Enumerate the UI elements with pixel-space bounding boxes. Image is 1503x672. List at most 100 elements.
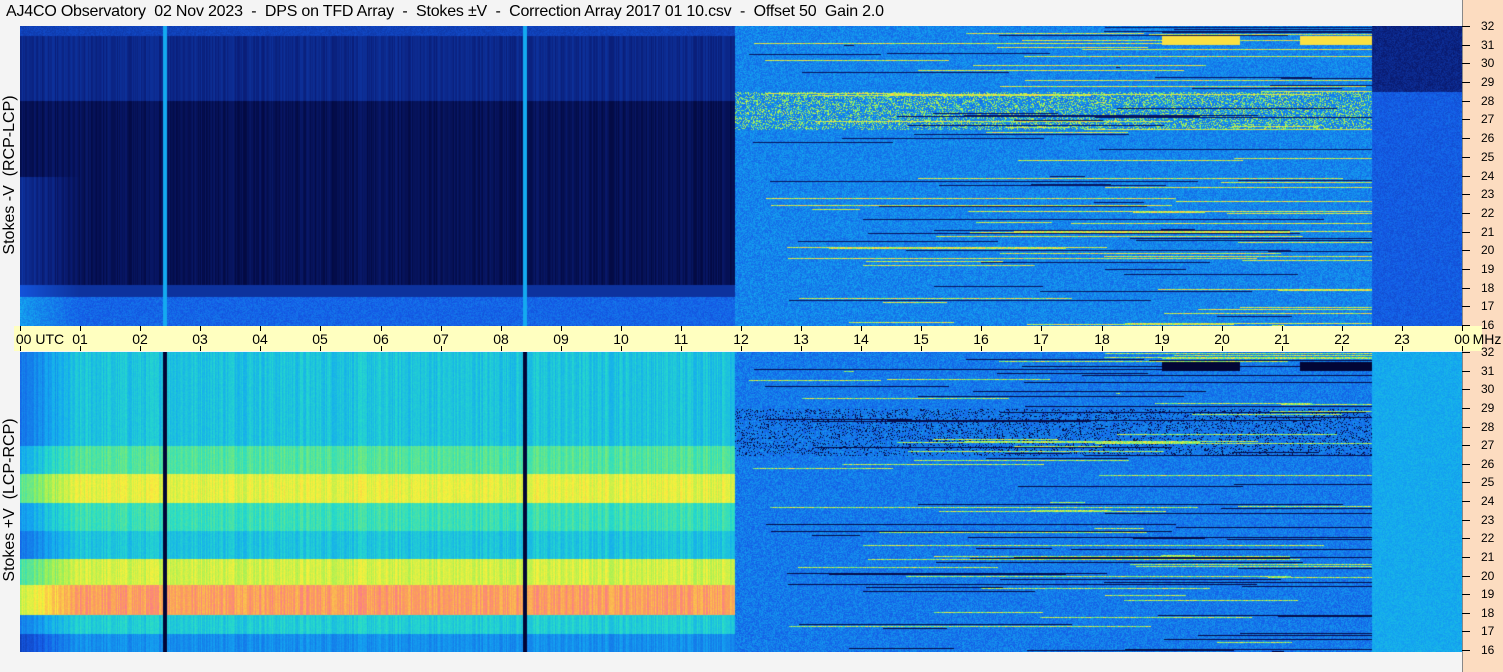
frequency-tick [1462,427,1470,428]
time-tick [320,326,321,331]
frequency-tick [1462,613,1470,614]
frequency-tick-label: 18 [1481,606,1495,620]
top-panel-label: Stokes -V (RCP-LCP) [1,95,18,255]
time-tick-label: 02 [132,331,148,347]
frequency-tick-label: 27 [1481,438,1495,452]
frequency-tick-label: 27 [1481,112,1495,126]
frequency-tick [1462,650,1470,651]
time-tick [1162,346,1163,351]
frequency-tick-label: 23 [1481,187,1495,201]
frequency-tick-label: 25 [1481,475,1495,489]
frequency-tick-label: 20 [1481,243,1495,257]
time-tick-label: 06 [373,331,389,347]
frequency-tick [1462,232,1470,233]
time-tick [200,346,201,351]
time-tick [801,326,802,331]
time-tick [381,326,382,331]
time-tick [441,346,442,351]
frequency-tick [1462,176,1470,177]
bottom-panel-label: Stokes +V (LCP-RCP) [1,418,18,582]
frequency-tick [1462,138,1470,139]
time-tick-label: 13 [793,331,809,347]
time-tick-label: 09 [553,331,569,347]
time-tick [1222,326,1223,331]
frequency-tick-label: 16 [1481,643,1495,657]
frequency-tick [1462,538,1470,539]
frequency-tick [1462,26,1470,27]
time-tick [861,326,862,331]
frequency-tick [1462,520,1470,521]
frequency-tick [1462,119,1470,120]
time-tick [981,326,982,331]
time-tick [1162,326,1163,331]
frequency-tick-label: 19 [1481,262,1495,276]
time-tick [1222,346,1223,351]
frequency-tick-label: 23 [1481,513,1495,527]
frequency-tick-label: 28 [1481,420,1495,434]
frequency-tick [1462,250,1470,251]
time-tick [1102,346,1103,351]
time-tick [1342,346,1343,351]
frequency-tick [1462,213,1470,214]
frequency-tick-label: 24 [1481,494,1495,508]
time-tick-label: 07 [433,331,449,347]
time-tick [861,346,862,351]
time-tick-label: 17 [1033,331,1049,347]
time-tick [1282,326,1283,331]
time-tick [981,346,982,351]
time-tick [1041,326,1042,331]
time-tick-label: 00 UTC [15,331,65,347]
frequency-tick [1462,389,1470,390]
frequency-tick-label: 32 [1481,345,1495,359]
time-tick [801,346,802,351]
frequency-tick-label: 24 [1481,169,1495,183]
time-tick [741,326,742,331]
frequency-tick [1462,63,1470,64]
time-tick [20,346,21,351]
time-tick-label: 20 [1214,331,1230,347]
time-tick [1041,346,1042,351]
frequency-tick [1462,82,1470,83]
time-tick [501,346,502,351]
time-tick [1282,346,1283,351]
frequency-tick-label: 21 [1481,550,1495,564]
frequency-tick-label: 21 [1481,225,1495,239]
frequency-tick [1462,371,1470,372]
frequency-tick-label: 16 [1481,318,1495,332]
frequency-tick [1462,306,1470,307]
time-tick-label: 15 [913,331,929,347]
frequency-tick-label: 17 [1481,299,1495,313]
time-tick [741,346,742,351]
time-tick-label: 11 [673,331,689,347]
frequency-tick-label: 19 [1481,587,1495,601]
frequency-tick-label: 31 [1481,38,1495,52]
frequency-tick [1462,269,1470,270]
time-tick-label: 22 [1334,331,1350,347]
frequency-tick-label: 30 [1481,56,1495,70]
frequency-tick [1462,101,1470,102]
window-title: AJ4CO Observatory 02 Nov 2023 - DPS on T… [6,3,884,20]
time-tick [621,346,622,351]
frequency-tick-label: 22 [1481,531,1495,545]
frequency-tick-label: 32 [1481,19,1495,33]
frequency-tick [1462,576,1470,577]
time-tick-label: 08 [493,331,509,347]
time-tick [260,346,261,351]
time-tick [1462,346,1463,351]
time-tick [1402,326,1403,331]
frequency-tick-label: 18 [1481,281,1495,295]
time-tick [1462,326,1463,331]
frequency-tick [1462,445,1470,446]
time-tick-label: 04 [252,331,268,347]
frequency-tick-label: 17 [1481,624,1495,638]
frequency-tick [1462,501,1470,502]
time-tick-label: 10 [613,331,629,347]
frequency-tick [1462,464,1470,465]
time-tick [921,346,922,351]
frequency-tick [1462,45,1470,46]
frequency-tick-label: 29 [1481,75,1495,89]
time-tick [681,346,682,351]
time-tick-label: 14 [853,331,869,347]
frequency-tick-label: 26 [1481,131,1495,145]
frequency-tick [1462,557,1470,558]
